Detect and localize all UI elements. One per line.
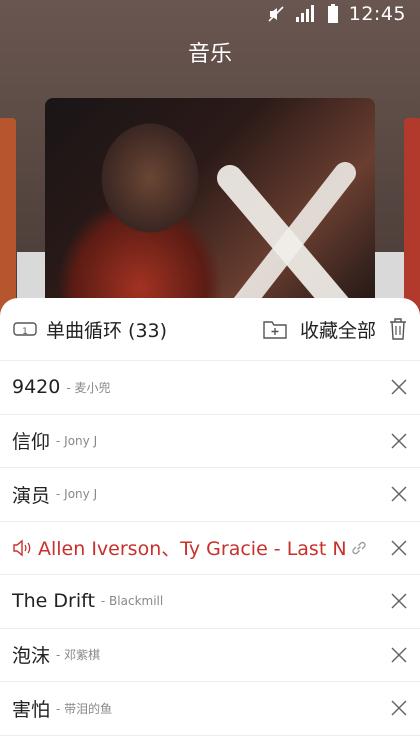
track-title: Allen Iverson、Ty Gracie - Last Ni···	[38, 538, 348, 561]
svg-text:1: 1	[22, 327, 28, 337]
close-icon[interactable]	[390, 699, 408, 717]
close-icon[interactable]	[390, 485, 408, 503]
close-icon[interactable]	[390, 592, 408, 610]
track-artist: - Jony J	[56, 433, 98, 448]
close-icon[interactable]	[390, 378, 408, 396]
track-artist: - 邓紫棋	[56, 648, 101, 663]
link-icon[interactable]	[350, 539, 368, 557]
trash-icon[interactable]	[388, 317, 408, 341]
track-artist: - 麦小兜	[66, 380, 111, 395]
list-item-now-playing[interactable]: Allen Iverson、Ty Gracie - Last Ni···	[0, 522, 420, 575]
playlist-sheet: 1 单曲循环 (33) 收藏全部 9420 - 麦小兜 信仰 - Jony J …	[0, 298, 420, 747]
status-bar: 12:45	[0, 0, 420, 28]
speaker-icon	[13, 539, 31, 557]
track-title: 害怕	[12, 698, 51, 721]
next-album-card[interactable]	[404, 118, 420, 318]
collect-all-button[interactable]: 收藏全部	[300, 316, 376, 343]
album-cover[interactable]	[45, 98, 375, 318]
track-title: 9420	[12, 376, 61, 399]
repeat-one-icon[interactable]: 1	[12, 320, 38, 338]
track-title: The Drift	[12, 590, 95, 613]
list-item[interactable]: 泡沫 - 邓紫棋	[0, 629, 420, 682]
list-item[interactable]: The Drift - Blackmill	[0, 575, 420, 629]
list-item[interactable]: 9420 - 麦小兜	[0, 361, 420, 415]
play-mode-label[interactable]: 单曲循环 (33)	[46, 316, 167, 343]
track-artist: - 带泪的鱼	[56, 701, 113, 716]
list-item[interactable]: 信仰 - Jony J	[0, 415, 420, 468]
track-title: 信仰	[12, 431, 51, 454]
close-icon[interactable]	[390, 539, 408, 557]
track-artist: - Jony J	[56, 487, 98, 502]
playlist-header: 1 单曲循环 (33) 收藏全部	[0, 298, 420, 360]
battery-icon	[327, 4, 338, 23]
list-item[interactable]: 害怕 - 带泪的鱼	[0, 682, 420, 736]
signal-icon	[295, 5, 314, 22]
close-icon[interactable]	[390, 432, 408, 450]
status-time: 12:45	[348, 3, 406, 25]
mute-icon	[268, 6, 284, 22]
track-artist: - Blackmill	[100, 594, 164, 609]
track-list: 9420 - 麦小兜 信仰 - Jony J 演员 - Jony J Allen…	[0, 361, 420, 736]
close-icon[interactable]	[390, 646, 408, 664]
prev-album-card[interactable]	[0, 118, 16, 318]
track-title: 泡沫	[12, 645, 51, 668]
list-item[interactable]: 演员 - Jony J	[0, 468, 420, 522]
page-title: 音乐	[187, 42, 232, 67]
album-cover-x-graphic	[217, 162, 356, 318]
add-folder-icon[interactable]	[262, 318, 288, 340]
track-title: 演员	[12, 484, 51, 507]
